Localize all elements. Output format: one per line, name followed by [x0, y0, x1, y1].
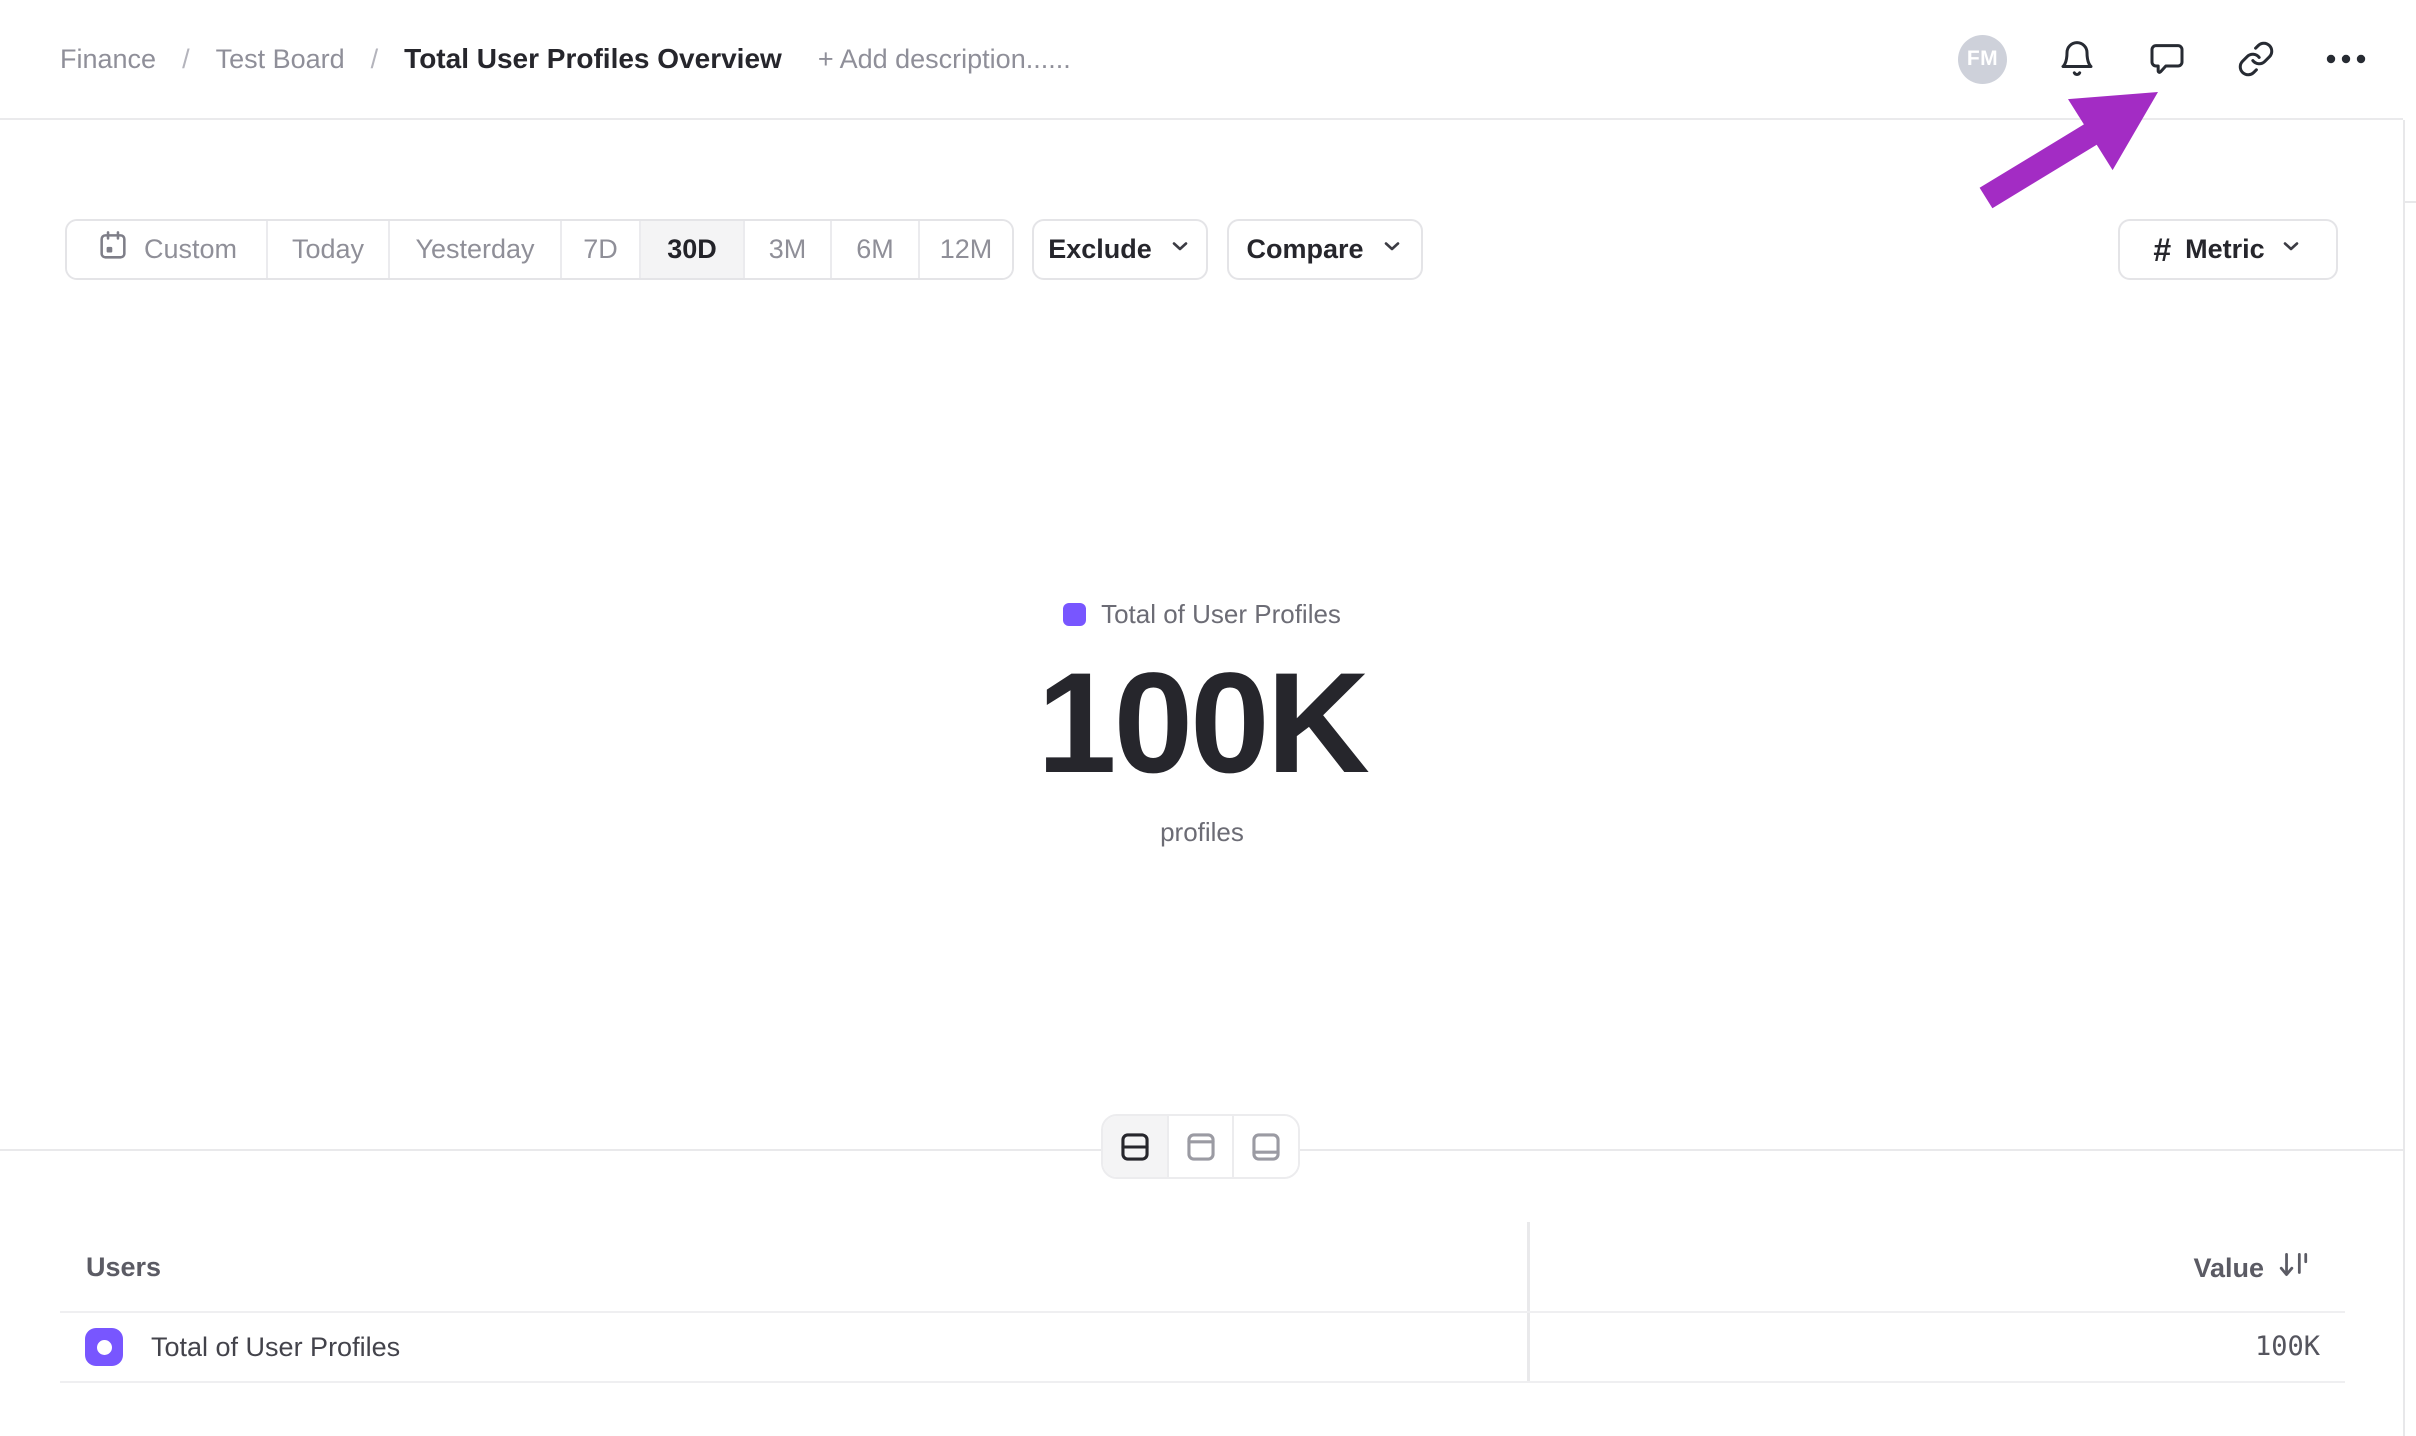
- metric-label: Metric: [2185, 234, 2265, 265]
- notifications-button[interactable]: [2057, 39, 2097, 79]
- chart-view-icon: [1184, 1130, 1218, 1164]
- table-header-users: Users: [86, 1252, 161, 1283]
- compare-label: Compare: [1246, 234, 1363, 265]
- layout-split-view-button[interactable]: [1103, 1116, 1169, 1177]
- breadcrumb-separator: /: [371, 44, 379, 75]
- bell-icon: [2057, 39, 2097, 79]
- metric-display: Total of User Profiles 100K profiles: [0, 599, 2404, 848]
- table-column-divider: [1527, 1222, 1530, 1382]
- layout-chart-view-button[interactable]: [1169, 1116, 1235, 1177]
- date-range-control: Custom Today Yesterday 7D 30D 3M 6M 12M: [65, 219, 1014, 280]
- metric-dropdown[interactable]: # Metric: [2118, 219, 2338, 280]
- sort-descending-icon: [2278, 1250, 2310, 1287]
- table-row[interactable]: Total of User Profiles: [85, 1322, 400, 1372]
- breadcrumb-separator: /: [182, 44, 190, 75]
- calendar-icon: [96, 229, 130, 270]
- value-header-label: Value: [2193, 1253, 2264, 1284]
- metric-value: 100K: [1037, 652, 1367, 795]
- chevron-down-icon: [1168, 234, 1192, 265]
- copy-link-button[interactable]: [2237, 40, 2275, 78]
- table-view-icon: [1249, 1130, 1283, 1164]
- exclude-label: Exclude: [1048, 234, 1152, 265]
- date-range-12m[interactable]: 12M: [920, 221, 1012, 278]
- board-page: Finance / Test Board / Total User Profil…: [0, 0, 2416, 1436]
- comment-icon: [2147, 39, 2187, 79]
- legend-label: Total of User Profiles: [1101, 599, 1341, 630]
- top-header: Finance / Test Board / Total User Profil…: [0, 0, 2403, 120]
- exclude-dropdown[interactable]: Exclude: [1032, 219, 1208, 280]
- date-range-3m[interactable]: 3M: [745, 221, 832, 278]
- date-range-custom[interactable]: Custom: [67, 221, 268, 278]
- more-icon: [2325, 53, 2367, 65]
- table-row-value: 100K: [2255, 1331, 2320, 1362]
- layout-table-view-button[interactable]: [1234, 1116, 1298, 1177]
- layout-toggle-group: [1101, 1114, 1300, 1179]
- table-row-border: [60, 1381, 2345, 1383]
- hash-icon: #: [2153, 234, 2171, 266]
- comments-button[interactable]: [2147, 39, 2187, 79]
- date-range-label: Custom: [144, 234, 237, 265]
- compare-dropdown[interactable]: Compare: [1227, 219, 1423, 280]
- avatar[interactable]: FM: [1958, 35, 2007, 84]
- metric-unit: profiles: [1160, 817, 1244, 848]
- header-actions: FM: [1958, 35, 2367, 84]
- breadcrumb-finance[interactable]: Finance: [60, 44, 156, 75]
- right-panel-divider: [2405, 201, 2416, 203]
- table-row-label: Total of User Profiles: [151, 1332, 400, 1363]
- link-icon: [2237, 40, 2275, 78]
- table-header-value[interactable]: Value: [2193, 1250, 2310, 1287]
- page-title[interactable]: Total User Profiles Overview: [404, 43, 782, 75]
- legend: Total of User Profiles: [1063, 599, 1341, 630]
- date-range-6m[interactable]: 6M: [832, 221, 920, 278]
- chevron-down-icon: [1380, 234, 1404, 265]
- date-range-7d[interactable]: 7D: [562, 221, 641, 278]
- right-panel-edge: [2403, 120, 2405, 1436]
- more-options-button[interactable]: [2325, 53, 2367, 65]
- add-description-button[interactable]: + Add description......: [818, 44, 1071, 75]
- date-range-today[interactable]: Today: [268, 221, 390, 278]
- chevron-down-icon: [2279, 234, 2303, 265]
- series-swatch-icon: [85, 1328, 123, 1366]
- breadcrumb-test-board[interactable]: Test Board: [216, 44, 345, 75]
- legend-swatch: [1063, 603, 1086, 626]
- table-row-border: [60, 1311, 2345, 1313]
- date-range-yesterday[interactable]: Yesterday: [390, 221, 562, 278]
- date-range-30d[interactable]: 30D: [641, 221, 745, 278]
- split-view-icon: [1118, 1130, 1152, 1164]
- breadcrumb: Finance / Test Board / Total User Profil…: [60, 43, 1071, 75]
